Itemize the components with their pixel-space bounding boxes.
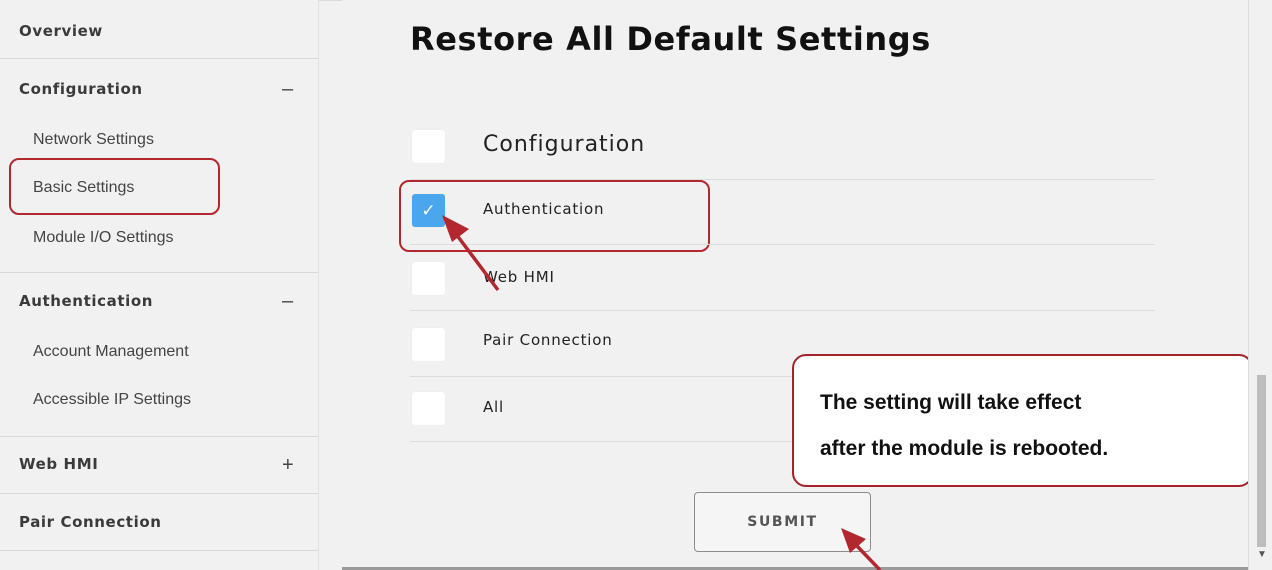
pair-connection-checkbox[interactable] bbox=[412, 328, 445, 361]
scroll-down-arrow-icon[interactable]: ▼ bbox=[1257, 549, 1267, 560]
reboot-note-callout: The setting will take effect after the m… bbox=[792, 354, 1253, 487]
callout-text: The setting will take effect after the m… bbox=[820, 380, 1240, 472]
sidebar-section-configuration[interactable]: Configuration bbox=[19, 80, 143, 98]
sidebar-item-module-io-settings[interactable]: Module I/O Settings bbox=[33, 229, 174, 247]
option-divider bbox=[410, 244, 1155, 245]
main-panel: Restore All Default Settings Configurati… bbox=[342, 0, 1253, 570]
sidebar-section-pair-connection[interactable]: Pair Connection bbox=[19, 513, 162, 531]
callout-line-1: The setting will take effect bbox=[820, 391, 1082, 414]
sidebar-section-web-hmi[interactable]: Web HMI bbox=[19, 455, 98, 473]
option-divider bbox=[410, 310, 1155, 311]
callout-line-2: after the module is rebooted. bbox=[820, 437, 1109, 460]
configuration-checkbox[interactable] bbox=[412, 130, 445, 163]
minus-icon[interactable]: – bbox=[282, 290, 293, 313]
sidebar-item-network-settings[interactable]: Network Settings bbox=[33, 131, 154, 149]
plus-icon[interactable]: + bbox=[282, 454, 294, 477]
sidebar-item-overview[interactable]: Overview bbox=[19, 22, 103, 40]
option-label-pair-connection: Pair Connection bbox=[483, 331, 613, 349]
all-checkbox[interactable] bbox=[412, 392, 445, 425]
page-title: Restore All Default Settings bbox=[410, 20, 931, 58]
sidebar-divider bbox=[0, 493, 318, 494]
sidebar-divider bbox=[0, 58, 318, 59]
basic-settings-highlight bbox=[9, 158, 220, 215]
scrollbar[interactable]: ▼ bbox=[1248, 0, 1272, 570]
sidebar-divider bbox=[0, 272, 318, 273]
sidebar-item-accessible-ip-settings[interactable]: Accessible IP Settings bbox=[33, 391, 191, 409]
authentication-highlight bbox=[399, 180, 710, 252]
sidebar: Overview Configuration – Network Setting… bbox=[0, 0, 319, 570]
web-hmi-checkbox[interactable] bbox=[412, 262, 445, 295]
submit-button[interactable]: SUBMIT bbox=[694, 492, 871, 552]
sidebar-divider bbox=[0, 436, 318, 437]
sidebar-section-authentication[interactable]: Authentication bbox=[19, 292, 153, 310]
scrollbar-thumb[interactable] bbox=[1257, 375, 1266, 547]
sidebar-item-account-management[interactable]: Account Management bbox=[33, 343, 189, 361]
option-label-web-hmi: Web HMI bbox=[483, 268, 555, 286]
option-label-all: All bbox=[483, 398, 504, 416]
option-label-configuration: Configuration bbox=[483, 132, 646, 157]
minus-icon[interactable]: – bbox=[282, 78, 293, 101]
sidebar-divider bbox=[0, 550, 318, 551]
